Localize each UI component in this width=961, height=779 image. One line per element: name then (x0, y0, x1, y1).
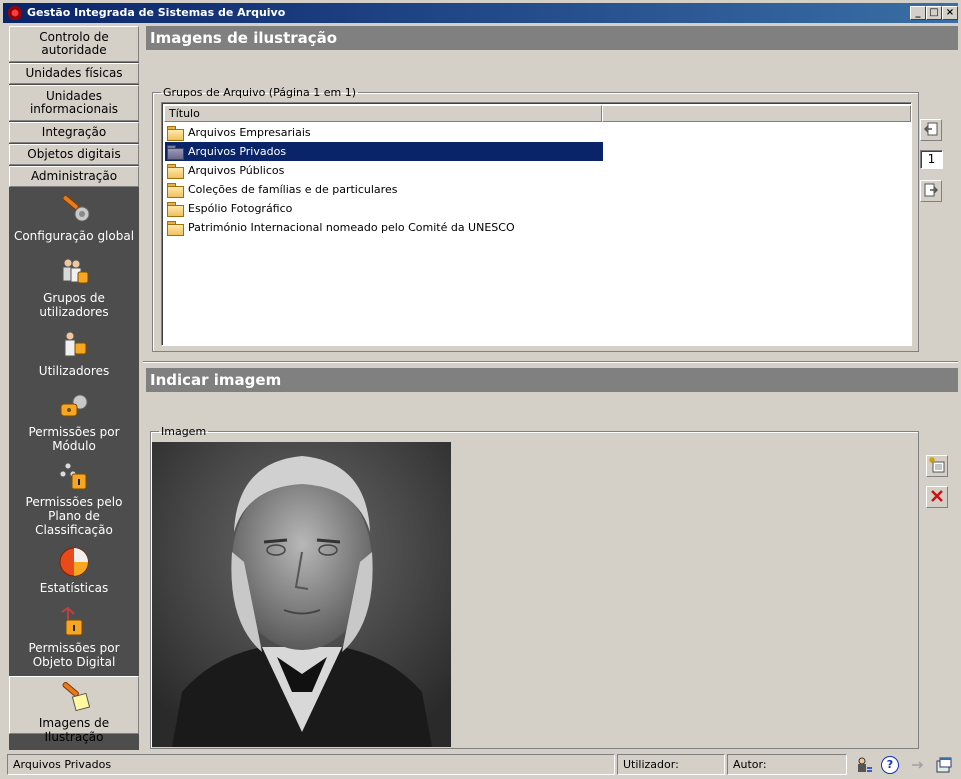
folder-icon (167, 164, 184, 179)
nav-item-estatisticas[interactable]: Estatísticas (9, 546, 139, 598)
folder-icon (167, 183, 184, 198)
image-legend: Imagem (161, 425, 207, 438)
nav-tab-integracao[interactable]: Integração (9, 122, 139, 143)
list-item[interactable]: Espólio Fotográfico (165, 199, 603, 218)
exit-icon-disabled (912, 761, 924, 769)
folder-icon (167, 221, 184, 236)
nav-item-permissoes-plano-classificacao[interactable]: Permissões pelo Plano de Classificação (9, 460, 139, 538)
left-navigation: Controlo de autoridade Unidades físicas … (9, 26, 139, 750)
nav-item-imagens-de-ilustracao[interactable]: Imagens de Ilustração (9, 676, 139, 744)
close-button[interactable]: × (942, 6, 958, 20)
previous-page-button[interactable] (920, 119, 942, 141)
nav-item-label: Configuração global (13, 229, 135, 243)
window-icon[interactable] (935, 756, 953, 774)
list-item-selected[interactable]: Arquivos Privados (165, 142, 603, 161)
nav-item-label: Imagens de Ilustração (38, 716, 110, 744)
panel-title-imagens-ilustracao: Imagens de ilustração (146, 26, 958, 50)
list-header: Título (164, 105, 911, 122)
page-number-field[interactable]: 1 (920, 150, 943, 169)
nav-item-label: Utilizadores (38, 364, 110, 378)
column-header-titulo[interactable]: Título (164, 105, 602, 122)
add-image-button[interactable] (926, 455, 948, 477)
status-author: Autor: (727, 754, 847, 775)
next-page-icon (924, 183, 939, 197)
window-title: Gestão Integrada de Sistemas de Arquivo (27, 6, 286, 19)
archive-groups-list[interactable]: Título Arquivos Empresariais Arquivos Pr… (161, 102, 912, 346)
nav-item-label: Permissões por Módulo (28, 425, 120, 453)
archive-groups-legend: Grupos de Arquivo (Página 1 em 1) (163, 86, 356, 99)
user-icon (64, 331, 87, 357)
nav-item-grupos-de-utilizadores[interactable]: Grupos de utilizadores (9, 256, 139, 322)
classification-permission-icon (59, 462, 87, 490)
previous-page-icon (923, 122, 938, 136)
nav-item-configuracao-global[interactable]: Configuração global (9, 194, 139, 250)
illustration-photo (152, 442, 451, 747)
folder-icon (167, 126, 184, 141)
folder-icon (167, 145, 184, 160)
wrench-icon (62, 195, 90, 222)
nav-item-label: Estatísticas (39, 581, 109, 595)
folder-icon (167, 202, 184, 217)
user-group-icon (62, 258, 89, 284)
nav-item-label: Grupos de utilizadores (39, 291, 109, 319)
list-item[interactable]: Património Internacional nomeado pelo Co… (165, 218, 603, 237)
panel-divider (143, 361, 958, 363)
column-header-empty[interactable] (602, 105, 911, 122)
nav-item-label: Permissões por Objeto Digital (28, 641, 120, 669)
pie-chart-icon (59, 547, 89, 577)
delete-icon (931, 490, 943, 502)
status-current-item: Arquivos Privados (7, 754, 615, 775)
nav-tab-unidades-fisicas[interactable]: Unidades físicas (9, 63, 139, 84)
list-item[interactable]: Arquivos Empresariais (165, 123, 603, 142)
digital-object-permission-icon (61, 606, 83, 636)
illustration-settings-icon (62, 682, 90, 712)
maximize-button[interactable]: □ (926, 6, 942, 20)
status-bar: Arquivos Privados Utilizador: Autor: ? (3, 753, 958, 776)
nav-tab-unidades-informacionais[interactable]: Unidades informacionais (9, 85, 139, 121)
panel-title-indicar-imagem: Indicar imagem (146, 368, 958, 392)
nav-item-utilizadores[interactable]: Utilizadores (9, 329, 139, 381)
help-icon[interactable]: ? (881, 756, 899, 774)
delete-image-button[interactable] (926, 486, 948, 508)
nav-item-label: Permissões pelo Plano de Classificação (25, 495, 123, 537)
list-item[interactable]: Coleções de famílias e de particulares (165, 180, 603, 199)
nav-item-permissoes-objeto-digital[interactable]: Permissões por Objeto Digital (9, 606, 139, 672)
nav-tab-administracao[interactable]: Administração (9, 166, 139, 187)
nav-tab-objetos-digitais[interactable]: Objetos digitais (9, 144, 139, 165)
next-page-button[interactable] (920, 180, 942, 202)
status-user: Utilizador: (617, 754, 725, 775)
module-permission-icon (60, 394, 88, 417)
app-icon (8, 6, 22, 20)
minimize-button[interactable]: _ (910, 6, 926, 20)
nav-item-permissoes-por-modulo[interactable]: Permissões por Módulo (9, 390, 139, 453)
nav-tab-controlo-de-autoridade[interactable]: Controlo de autoridade (9, 26, 139, 62)
user-switch-icon[interactable] (855, 756, 873, 774)
list-item[interactable]: Arquivos Públicos (165, 161, 603, 180)
add-image-icon (929, 457, 945, 473)
title-bar: Gestão Integrada de Sistemas de Arquivo … (3, 3, 958, 23)
